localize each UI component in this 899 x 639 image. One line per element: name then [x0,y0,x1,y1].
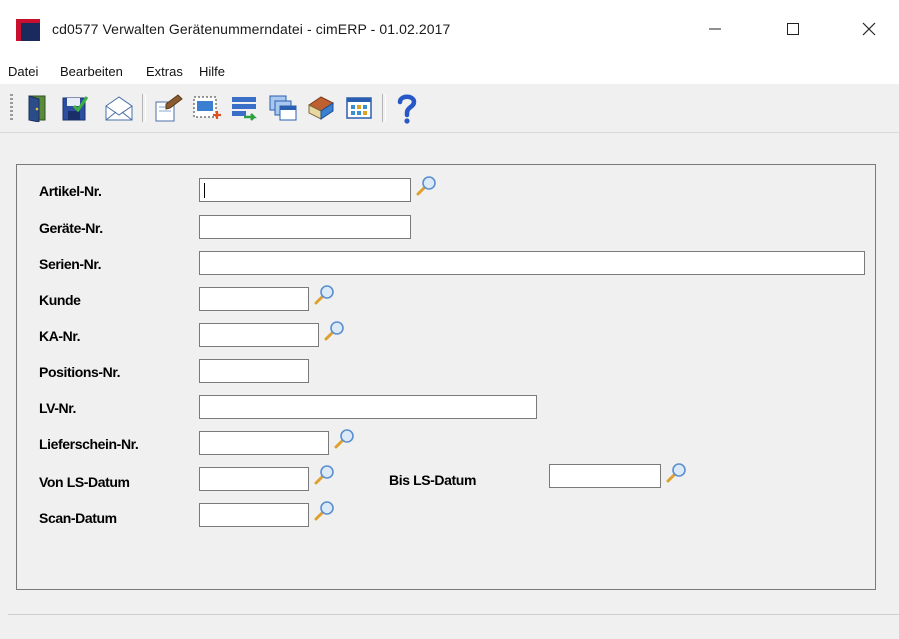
search-form-panel: Artikel-Nr. Geräte-Nr. Serien-Nr. Kunde … [16,164,876,590]
menu-datei[interactable]: Datei [8,64,38,79]
minimize-icon [709,28,721,30]
von-ls-datum-lookup-icon[interactable] [313,464,335,486]
bis-ls-datum-label: Bis LS-Datum [389,472,476,488]
title-bar: cd0577 Verwalten Gerätenummerndatei - ci… [0,0,899,56]
lv-nr-label: LV-Nr. [39,400,77,416]
scan-datum-label: Scan-Datum [39,510,117,526]
kunde-label: Kunde [39,292,81,308]
maximize-icon [787,23,799,35]
app-icon [16,19,40,41]
kunde-field[interactable] [199,287,309,311]
serien-nr-label: Serien-Nr. [39,256,102,272]
menu-bar: Datei Bearbeiten Extras Hilfe [0,56,899,84]
help-button[interactable] [390,92,424,124]
lv-nr-field[interactable] [199,395,537,419]
mail-icon [105,96,133,121]
toolbar [0,84,899,133]
serien-nr-field[interactable] [199,251,865,275]
help-icon [397,94,417,124]
window-title: cd0577 Verwalten Gerätenummerndatei - ci… [52,21,451,37]
transfer-list-button[interactable] [228,92,262,124]
edit-record-button[interactable] [152,92,186,124]
book-icon [308,96,334,120]
new-record-icon [193,96,221,119]
exit-door-icon [28,95,46,122]
menu-bearbeiten[interactable]: Bearbeiten [60,64,123,79]
lieferschein-nr-field[interactable] [199,431,329,455]
exit-button[interactable] [22,92,56,124]
artikel-nr-field[interactable] [199,178,411,202]
ka-nr-label: KA-Nr. [39,328,81,344]
menu-hilfe[interactable]: Hilfe [199,64,225,79]
bis-ls-datum-lookup-icon[interactable] [665,462,687,484]
windows-button[interactable] [266,92,300,124]
save-button[interactable] [58,92,92,124]
scan-datum-field[interactable] [199,503,309,527]
toolbar-grip[interactable] [10,94,13,120]
transfer-list-icon [232,97,257,121]
geraete-nr-label: Geräte-Nr. [39,220,103,236]
kunde-lookup-icon[interactable] [313,284,335,306]
ka-nr-lookup-icon[interactable] [323,320,345,342]
grid-icon [346,97,372,119]
lieferschein-nr-label: Lieferschein-Nr. [39,436,139,452]
maximize-button[interactable] [770,12,816,46]
save-icon [62,96,89,121]
scan-datum-lookup-icon[interactable] [313,500,335,522]
mail-button[interactable] [102,92,136,124]
positions-nr-field[interactable] [199,359,309,383]
close-icon [862,22,876,36]
von-ls-datum-label: Von LS-Datum [39,474,130,490]
bis-ls-datum-field[interactable] [549,464,661,488]
book-button[interactable] [304,92,338,124]
von-ls-datum-field[interactable] [199,467,309,491]
menu-extras[interactable]: Extras [146,64,183,79]
edit-record-icon [155,94,183,122]
ka-nr-field[interactable] [199,323,319,347]
artikel-nr-lookup-icon[interactable] [415,175,437,197]
geraete-nr-field[interactable] [199,215,411,239]
text-caret [204,183,205,198]
artikel-nr-label: Artikel-Nr. [39,183,102,199]
close-button[interactable] [846,12,892,46]
new-record-button[interactable] [190,92,224,124]
windows-icon [269,95,297,121]
lieferschein-nr-lookup-icon[interactable] [333,428,355,450]
positions-nr-label: Positions-Nr. [39,364,121,380]
minimize-button[interactable] [692,12,738,46]
grid-button[interactable] [342,92,376,124]
status-bar-divider [8,614,899,615]
